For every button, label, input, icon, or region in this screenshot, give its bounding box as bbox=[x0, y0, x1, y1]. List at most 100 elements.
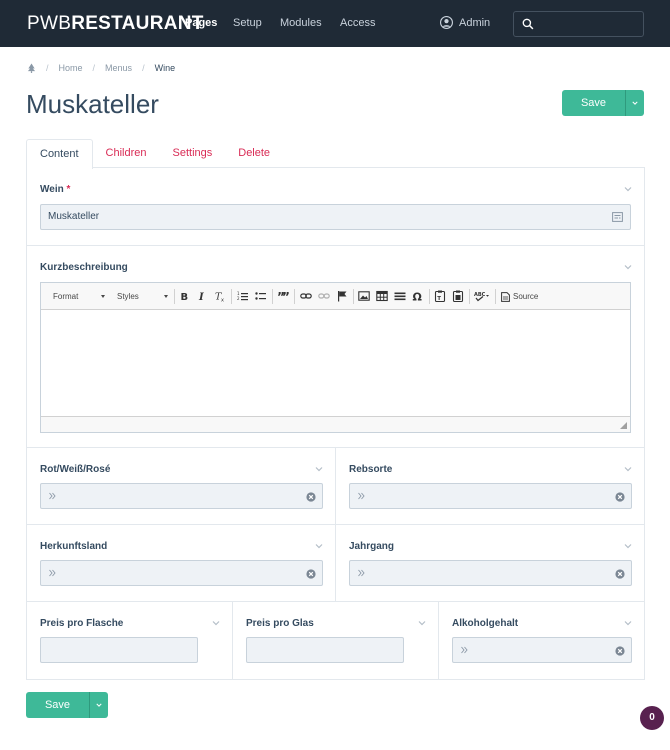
unlink-icon[interactable] bbox=[318, 290, 330, 302]
numbered-list-icon[interactable]: 12 bbox=[237, 290, 249, 302]
tree-icon[interactable] bbox=[27, 63, 36, 73]
rot-weiss-rose-select[interactable] bbox=[40, 483, 323, 509]
user-menu[interactable]: Admin bbox=[440, 16, 490, 29]
clear-icon[interactable] bbox=[306, 492, 316, 502]
nav-setup[interactable]: Setup bbox=[233, 17, 262, 29]
clear-icon[interactable] bbox=[615, 492, 625, 502]
alkoholgehalt-select[interactable] bbox=[452, 637, 632, 663]
content-form: Wein * Muskateller Kurzbeschreibung Form… bbox=[26, 167, 645, 680]
nav-pages[interactable]: Pages bbox=[185, 17, 217, 29]
wein-input[interactable]: Muskateller bbox=[40, 204, 631, 230]
double-chevron-right-icon bbox=[49, 492, 56, 500]
field-label: Rot/Weiß/Rosé bbox=[40, 464, 111, 475]
horizontal-rule-icon[interactable] bbox=[394, 290, 406, 302]
collapse-chevron-icon[interactable] bbox=[212, 620, 220, 626]
field-wein: Wein * Muskateller bbox=[27, 168, 644, 246]
jahrgang-select[interactable] bbox=[349, 560, 632, 586]
format-combo[interactable]: Format bbox=[53, 289, 105, 304]
field-rebsorte: Rebsorte bbox=[336, 448, 644, 525]
field-preis-glas: Preis pro Glas bbox=[233, 602, 439, 679]
editor-statusbar bbox=[41, 416, 630, 432]
field-preis-flasche: Preis pro Flasche bbox=[27, 602, 233, 679]
table-icon[interactable] bbox=[376, 290, 388, 302]
special-char-icon[interactable]: Ω bbox=[412, 290, 424, 303]
svg-text:B: B bbox=[181, 292, 189, 302]
collapse-chevron-icon[interactable] bbox=[418, 620, 426, 626]
app-logo[interactable]: PWBRESTAURANT bbox=[27, 13, 204, 35]
breadcrumb: / Home / Menus / Wine bbox=[27, 63, 175, 73]
preis-glas-input[interactable] bbox=[246, 637, 404, 663]
svg-text:I: I bbox=[198, 292, 204, 302]
source-icon bbox=[501, 291, 510, 302]
breadcrumb-home[interactable]: Home bbox=[59, 63, 83, 73]
user-icon bbox=[440, 16, 453, 29]
link-icon[interactable] bbox=[300, 290, 312, 302]
tab-delete[interactable]: Delete bbox=[225, 139, 283, 169]
clear-icon[interactable] bbox=[306, 569, 316, 579]
search-input[interactable] bbox=[538, 15, 638, 33]
herkunftsland-select[interactable] bbox=[40, 560, 323, 586]
clear-icon[interactable] bbox=[615, 646, 625, 656]
svg-text:x: x bbox=[221, 298, 224, 303]
svg-text:”: ” bbox=[282, 290, 289, 302]
paste-word-icon[interactable] bbox=[452, 290, 464, 302]
bold-icon[interactable]: B bbox=[178, 290, 190, 302]
collapse-chevron-icon[interactable] bbox=[624, 620, 632, 626]
field-jahrgang: Jahrgang bbox=[336, 525, 644, 602]
breadcrumb-menus[interactable]: Menus bbox=[105, 63, 132, 73]
save-button-bottom[interactable]: Save bbox=[26, 692, 89, 718]
search-icon bbox=[522, 18, 534, 30]
clear-icon[interactable] bbox=[615, 569, 625, 579]
collapse-chevron-icon[interactable] bbox=[624, 264, 632, 270]
editor-content-area[interactable] bbox=[41, 310, 630, 416]
user-name: Admin bbox=[459, 16, 491, 29]
svg-text:ABC: ABC bbox=[474, 292, 486, 298]
double-chevron-right-icon bbox=[461, 646, 468, 654]
search-box[interactable] bbox=[513, 11, 644, 37]
anchor-icon[interactable] bbox=[336, 290, 348, 302]
collapse-chevron-icon[interactable] bbox=[624, 543, 632, 549]
chevron-down-icon bbox=[96, 703, 102, 707]
tab-settings[interactable]: Settings bbox=[160, 139, 226, 169]
page-title: Muskateller bbox=[26, 89, 159, 119]
double-chevron-right-icon bbox=[358, 492, 365, 500]
bullet-list-icon[interactable] bbox=[255, 290, 267, 302]
preis-flasche-input[interactable] bbox=[40, 637, 198, 663]
field-label: Preis pro Glas bbox=[246, 618, 314, 629]
breadcrumb-current: Wine bbox=[154, 63, 176, 73]
save-dropdown-button[interactable] bbox=[625, 90, 644, 116]
rebsorte-select[interactable] bbox=[349, 483, 632, 509]
styles-combo[interactable]: Styles bbox=[117, 289, 168, 304]
field-label: Herkunftsland bbox=[40, 541, 108, 552]
field-label: Rebsorte bbox=[349, 464, 393, 475]
remove-format-icon[interactable]: Tx bbox=[214, 290, 226, 303]
svg-text:Ω: Ω bbox=[413, 291, 423, 303]
source-button[interactable]: Source bbox=[501, 289, 538, 304]
collapse-chevron-icon[interactable] bbox=[624, 186, 632, 192]
collapse-chevron-icon[interactable] bbox=[315, 466, 323, 472]
double-chevron-right-icon bbox=[49, 569, 56, 577]
notification-badge[interactable]: 0 bbox=[640, 706, 664, 730]
save-dropdown-button-bottom[interactable] bbox=[89, 692, 108, 718]
tab-children[interactable]: Children bbox=[93, 139, 160, 169]
rich-text-editor: Format Styles B I Tx 12 ”” Ω bbox=[40, 282, 631, 433]
field-herkunftsland: Herkunftsland bbox=[27, 525, 336, 602]
blockquote-icon[interactable]: ”” bbox=[277, 290, 289, 302]
page-tabs: Content Children Settings Delete bbox=[26, 139, 283, 169]
chevron-down-icon bbox=[632, 101, 638, 105]
field-label: Kurzbeschreibung bbox=[40, 262, 128, 273]
collapse-chevron-icon[interactable] bbox=[315, 543, 323, 549]
field-alkoholgehalt: Alkoholgehalt bbox=[439, 602, 644, 679]
save-button[interactable]: Save bbox=[562, 90, 625, 116]
collapse-chevron-icon[interactable] bbox=[624, 466, 632, 472]
paste-text-icon[interactable]: T bbox=[434, 290, 446, 302]
italic-icon[interactable]: I bbox=[196, 290, 208, 302]
spellcheck-icon[interactable]: ABC bbox=[474, 290, 490, 302]
nav-access[interactable]: Access bbox=[340, 17, 375, 29]
footer-save-group: Save bbox=[26, 692, 108, 718]
svg-text:T: T bbox=[437, 296, 441, 302]
nav-modules[interactable]: Modules bbox=[280, 17, 322, 29]
tab-content[interactable]: Content bbox=[26, 139, 93, 169]
resize-handle-icon[interactable] bbox=[620, 422, 627, 429]
image-icon[interactable] bbox=[358, 290, 370, 302]
